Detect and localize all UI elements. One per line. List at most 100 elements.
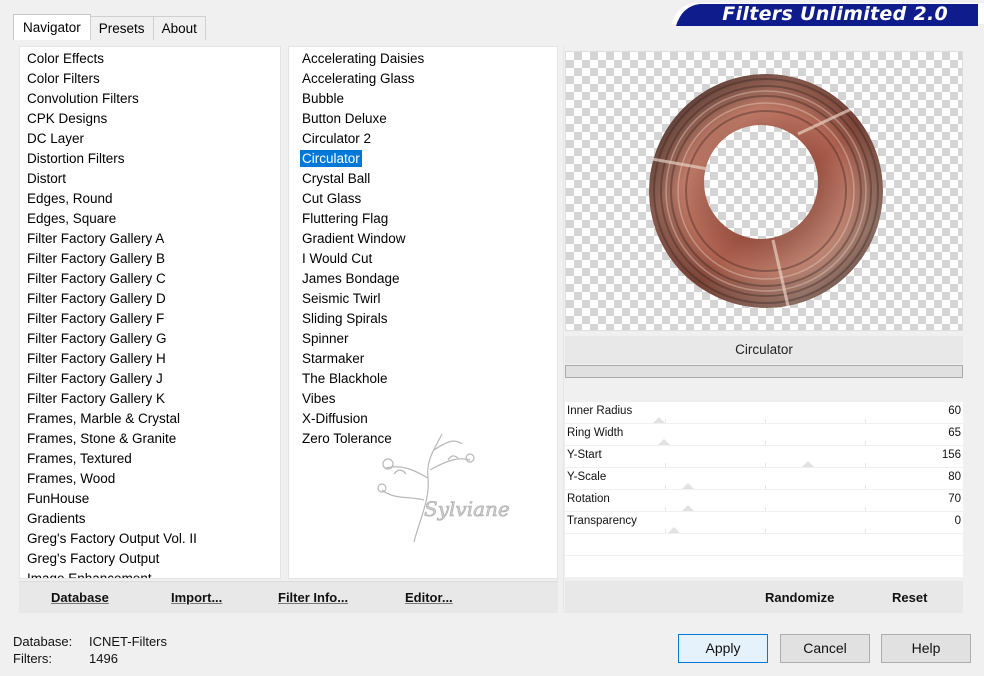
slider-thumb[interactable] <box>682 505 694 511</box>
category-item[interactable]: Convolution Filters <box>20 89 280 109</box>
category-item[interactable]: Edges, Square <box>20 209 280 229</box>
slider-tick <box>765 507 766 511</box>
database-button[interactable]: Database <box>51 590 109 605</box>
category-item[interactable]: Filter Factory Gallery D <box>20 289 280 309</box>
category-item[interactable]: Frames, Textured <box>20 449 280 469</box>
filter-item[interactable]: Gradient Window <box>289 229 557 249</box>
filter-item[interactable]: The Blackhole <box>289 369 557 389</box>
param-label: Y-Start <box>567 449 602 461</box>
slider-thumb[interactable] <box>653 417 665 423</box>
category-item[interactable]: Greg's Factory Output <box>20 549 280 569</box>
filter-item[interactable]: I Would Cut <box>289 249 557 269</box>
slider-tick <box>665 507 666 511</box>
param-slider[interactable]: Y-Start 156 <box>565 446 963 468</box>
slider-thumb[interactable] <box>682 483 694 489</box>
tab-about[interactable]: About <box>152 16 206 40</box>
category-item[interactable]: FunHouse <box>20 489 280 509</box>
filter-item[interactable]: Circulator 2 <box>289 129 557 149</box>
filter-item[interactable]: Sliding Spirals <box>289 309 557 329</box>
preview-ring-image <box>649 74 883 308</box>
slider-tick <box>765 485 766 489</box>
slider-thumb[interactable] <box>668 527 680 533</box>
parameter-list: Inner Radius 60 Ring Width 65 Y-Start 156 Y-Sc… <box>565 402 963 578</box>
filter-item-selected-label: Circulator <box>300 150 362 167</box>
category-item[interactable]: Filter Factory Gallery J <box>20 369 280 389</box>
filter-item[interactable]: Crystal Ball <box>289 169 557 189</box>
tab-navigator[interactable]: Navigator <box>13 14 91 40</box>
database-info: Database: ICNET-Filters Filters: 1496 <box>13 633 167 667</box>
category-list-panel[interactable]: Color Effects Color Filters Convolution Fi… <box>19 46 281 579</box>
category-item[interactable]: Image Enhancement <box>20 569 280 578</box>
editor-button[interactable]: Editor... <box>405 590 453 605</box>
filter-item[interactable]: Fluttering Flag <box>289 209 557 229</box>
slider-tick <box>865 529 866 533</box>
filter-item[interactable]: Accelerating Glass <box>289 69 557 89</box>
category-item[interactable]: Frames, Stone & Granite <box>20 429 280 449</box>
param-slot-empty <box>565 556 963 578</box>
category-item[interactable]: Gradients <box>20 509 280 529</box>
category-item[interactable]: Filter Factory Gallery A <box>20 229 280 249</box>
param-slider[interactable]: Inner Radius 60 <box>565 402 963 424</box>
param-slider[interactable]: Ring Width 65 <box>565 424 963 446</box>
slider-tick <box>765 419 766 423</box>
slider-tick <box>765 441 766 445</box>
category-item[interactable]: Distort <box>20 169 280 189</box>
filter-item[interactable]: Bubble <box>289 89 557 109</box>
filter-item[interactable]: Accelerating Daisies <box>289 49 557 69</box>
category-item[interactable]: Filter Factory Gallery H <box>20 349 280 369</box>
help-button[interactable]: Help <box>881 634 971 663</box>
param-value: 156 <box>941 449 961 461</box>
tab-presets[interactable]: Presets <box>89 16 154 40</box>
slider-tick <box>865 485 866 489</box>
import-button[interactable]: Import... <box>171 590 222 605</box>
category-item[interactable]: Filter Factory Gallery C <box>20 269 280 289</box>
param-slider[interactable]: Y-Scale 80 <box>565 468 963 490</box>
filter-list: Accelerating Daisies Accelerating Glass Bu… <box>289 47 557 449</box>
category-item[interactable]: Filter Factory Gallery K <box>20 389 280 409</box>
slider-tick <box>665 419 666 423</box>
category-item[interactable]: Edges, Round <box>20 189 280 209</box>
param-value: 80 <box>948 471 961 483</box>
filter-item[interactable]: Vibes <box>289 389 557 409</box>
apply-button[interactable]: Apply <box>678 634 768 663</box>
category-item[interactable]: Frames, Marble & Crystal <box>20 409 280 429</box>
category-item[interactable]: Frames, Wood <box>20 469 280 489</box>
category-item[interactable]: Filter Factory Gallery F <box>20 309 280 329</box>
filters-count-value: 1496 <box>89 651 118 666</box>
category-item[interactable]: Filter Factory Gallery B <box>20 249 280 269</box>
navigator-button-bar: Database Import... Filter Info... Editor… <box>19 581 558 613</box>
param-slider[interactable]: Rotation 70 <box>565 490 963 512</box>
slider-tick <box>865 419 866 423</box>
filter-item[interactable]: X-Diffusion <box>289 409 557 429</box>
category-item[interactable]: Filter Factory Gallery G <box>20 329 280 349</box>
filter-item[interactable]: James Bondage <box>289 269 557 289</box>
category-item[interactable]: Greg's Factory Output Vol. II <box>20 529 280 549</box>
filter-item[interactable]: Cut Glass <box>289 189 557 209</box>
category-item[interactable]: Color Filters <box>20 69 280 89</box>
category-item[interactable]: Color Effects <box>20 49 280 69</box>
filter-item[interactable]: Spinner <box>289 329 557 349</box>
param-label: Y-Scale <box>567 471 607 483</box>
param-label: Inner Radius <box>567 405 633 417</box>
param-value: 70 <box>948 493 961 505</box>
category-item[interactable]: DC Layer <box>20 129 280 149</box>
cancel-button[interactable]: Cancel <box>780 634 870 663</box>
title-banner: Filters Unlimited 2.0 <box>672 0 984 28</box>
slider-tick <box>865 507 866 511</box>
watermark-signature: Sylviane <box>374 430 524 550</box>
filter-item[interactable]: Circulator <box>289 149 557 169</box>
reset-button[interactable]: Reset <box>892 590 927 605</box>
slider-thumb[interactable] <box>658 439 670 445</box>
param-value: 60 <box>948 405 961 417</box>
filter-item[interactable]: Starmaker <box>289 349 557 369</box>
category-item[interactable]: Distortion Filters <box>20 149 280 169</box>
param-slider[interactable]: Transparency 0 <box>565 512 963 534</box>
param-label: Transparency <box>567 515 637 527</box>
param-value: 65 <box>948 427 961 439</box>
slider-thumb[interactable] <box>802 461 814 467</box>
randomize-button[interactable]: Randomize <box>765 590 834 605</box>
filter-info-button[interactable]: Filter Info... <box>278 590 348 605</box>
filter-item[interactable]: Button Deluxe <box>289 109 557 129</box>
filter-item[interactable]: Seismic Twirl <box>289 289 557 309</box>
category-item[interactable]: CPK Designs <box>20 109 280 129</box>
